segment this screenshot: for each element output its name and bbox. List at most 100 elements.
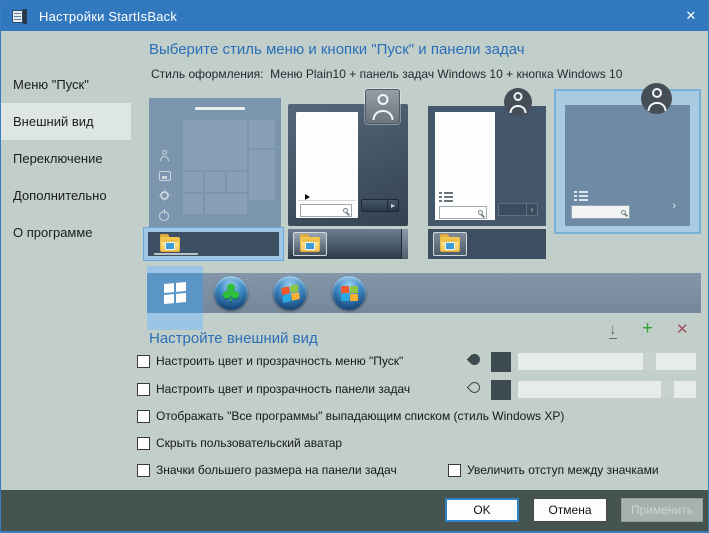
show-desktop-strip [401,229,408,259]
checkbox-hide-avatar[interactable] [137,436,150,450]
taskbar-style-windows8[interactable] [428,229,546,259]
checkbox-label: Отображать "Все программы" выпадающим сп… [156,409,565,423]
ok-button[interactable]: OK [445,498,519,522]
all-programs-list-icon [574,191,588,201]
shutdown-arrow-icon: ▸ [387,200,398,211]
checkbox-row-icon-spacing: Увеличить отступ между значками [448,463,659,477]
avatar [365,89,400,124]
search-box [439,206,487,219]
folder-icon [440,233,460,252]
menu-style-windows10[interactable] [149,98,281,229]
tile [227,172,247,192]
search-box [300,204,352,217]
person-icon [504,88,532,116]
tile [205,172,225,192]
current-style-line: Стиль оформления: Меню Plain10 + панель … [151,67,622,81]
menu-style-windows7-aero[interactable]: ▸ [288,89,408,226]
user-icon [159,150,171,162]
checkbox-row-large-icons: Значки большего размера на панели задач [137,463,397,477]
add-style-button[interactable]: + [642,319,653,338]
avatar [641,83,672,114]
app-icon-line [14,15,21,17]
menu-preview-username-line [195,107,245,110]
slider-thumb[interactable] [642,353,656,370]
sidebar-item-switching[interactable]: Переключение [1,140,131,177]
app-icon-line [14,18,21,20]
apply-button-disabled: Применить [621,498,703,522]
sidebar-item-advanced[interactable]: Дополнительно [1,177,131,214]
start-button-clover-orb[interactable]: ♣ [214,276,248,310]
current-style-label: Стиль оформления: [151,67,264,81]
search-box [571,205,630,219]
window-title: Настройки StartIsBack [39,8,178,24]
cancel-button[interactable]: Отмена [533,498,607,522]
checkbox-menu-color[interactable] [137,354,150,368]
sidebar-item-start-menu[interactable]: Меню "Пуск" [1,66,131,103]
checkbox-row-hide-avatar: Скрыть пользовательский аватар [137,436,342,450]
all-programs-list-icon [439,192,453,202]
checkbox-label: Настроить цвет и прозрачность панели зад… [156,382,411,396]
start-button-windows8-orb[interactable] [332,276,366,310]
person-icon [641,83,672,114]
title-bar[interactable]: Настройки StartIsBack ✕ [1,1,708,31]
remove-style-button[interactable]: ✕ [676,322,689,337]
app-icon-line [14,12,21,14]
slider-thumb[interactable] [660,381,674,398]
sidebar: Меню "Пуск" Внешний вид Переключение Доп… [1,31,131,490]
shutdown-arrow-icon: › [526,204,537,215]
search-icon [343,208,348,213]
checkbox-icon-spacing[interactable] [448,463,461,477]
menu-opacity-slider[interactable] [518,353,696,370]
windows8-flag-icon [340,285,358,301]
taskbar-opacity-slider[interactable] [518,381,696,398]
windows7-flag-icon [280,283,300,303]
taskbar-style-windows7-aero[interactable] [288,229,408,259]
tile [205,194,247,214]
windows10-flag-icon[interactable] [164,282,186,304]
checkbox-all-programs-xp[interactable] [137,409,150,423]
checkbox-label: Настроить цвет и прозрачность меню "Пуск… [156,354,404,368]
person-icon [366,90,399,123]
taskbar-style-windows10-selected[interactable] [143,227,284,261]
checkbox-large-icons[interactable] [137,463,150,477]
opacity-droplet-filled-icon [466,351,483,368]
clover-icon: ♣ [220,279,242,307]
footer-bar: OK Отмена Применить [1,490,708,531]
sidebar-item-label: О программе [13,225,93,240]
menu-preview: › [565,105,690,226]
menu-style-plain10-selected[interactable]: › [554,83,701,234]
sidebar-item-appearance[interactable]: Внешний вид [1,103,131,140]
start-button-windows7-orb[interactable] [273,276,307,310]
search-icon [621,209,626,215]
folder-icon [300,233,320,252]
menu-color-swatch[interactable] [491,352,511,372]
power-icon [159,209,169,221]
close-button[interactable]: ✕ [674,1,708,31]
taskbar-preview [148,232,279,256]
shutdown-button: › [498,203,538,216]
current-style-value: Меню Plain10 + панель задач Windows 10 +… [270,67,623,81]
explorer-button [293,232,327,256]
folder-icon [160,233,180,252]
opacity-droplet-outline-icon [466,379,483,396]
checkbox-taskbar-color[interactable] [137,382,150,396]
checkbox-label: Значки большего размера на панели задач [156,463,397,477]
checkbox-label: Увеличить отступ между значками [467,463,659,477]
sidebar-item-label: Дополнительно [13,188,107,203]
sidebar-item-about[interactable]: О программе [1,214,131,251]
avatar [504,88,532,116]
plus-icon: + [642,318,654,339]
menu-preview-programs-panel [296,112,358,218]
checkbox-label: Скрыть пользовательский аватар [156,436,343,450]
shutdown-button: ▸ [361,199,399,212]
checkbox-row-taskbar-color: Настроить цвет и прозрачность панели зад… [137,382,410,396]
chevron-right-icon: › [672,200,676,212]
taskbar-color-swatch[interactable] [491,380,511,400]
import-style-button[interactable]: ↓ [609,322,617,339]
menu-style-windows8[interactable]: › [428,88,546,226]
tile [183,120,247,170]
close-icon: ✕ [685,8,697,23]
page-title: Выберите стиль меню и кнопки "Пуск" и па… [149,41,525,58]
section-title-appearance: Настройте внешний вид [149,330,318,347]
tile [249,150,275,200]
